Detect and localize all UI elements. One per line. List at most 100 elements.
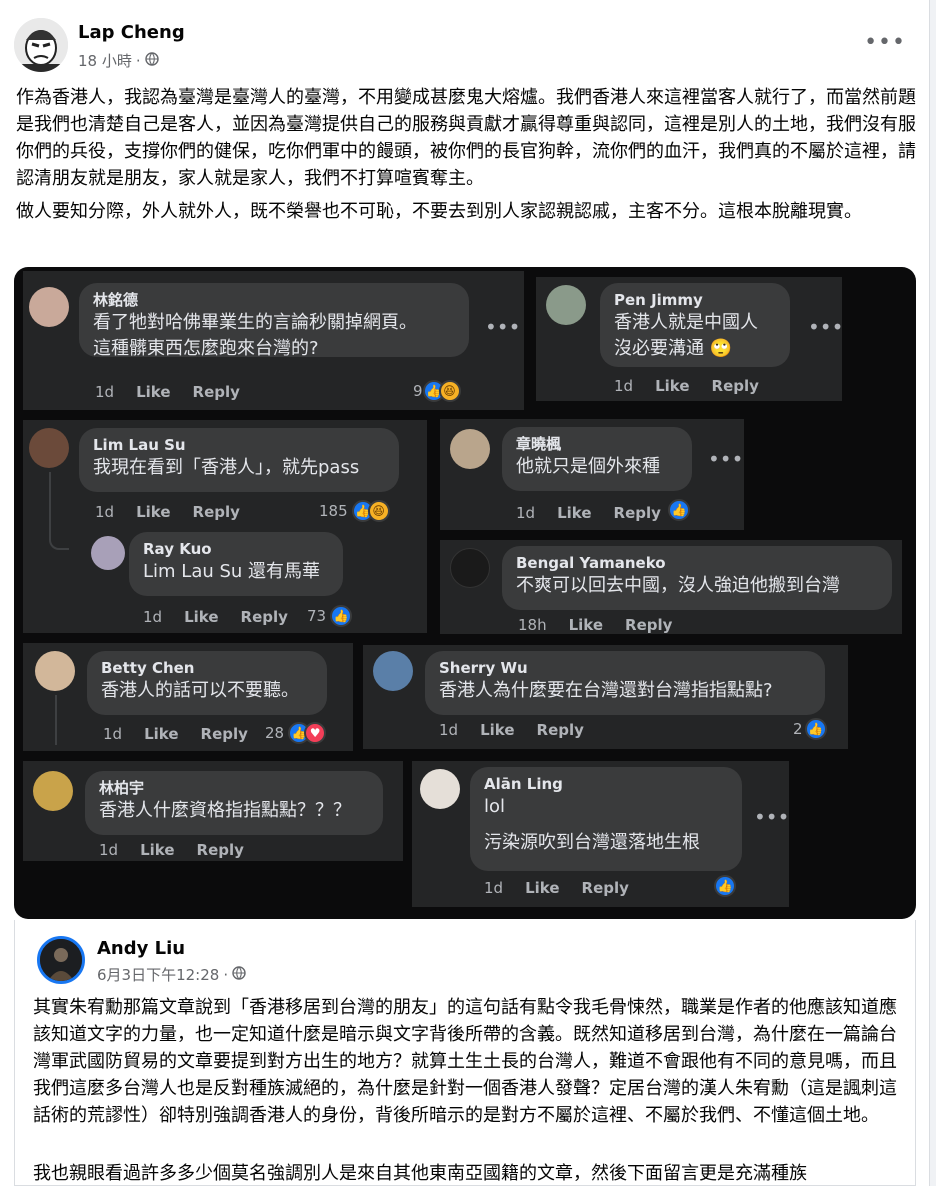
commenter-name[interactable]: Betty Chen xyxy=(101,659,313,678)
comment-card: 林銘德 看了牠對哈佛畢業生的言論秒關掉網頁。 這種髒東西怎麼跑來台灣的? •••… xyxy=(23,271,524,410)
reply-button[interactable]: Reply xyxy=(614,504,661,522)
heart-icon: ♥ xyxy=(304,722,327,744)
thread-connector xyxy=(49,472,69,550)
like-button[interactable]: Like xyxy=(144,725,178,743)
comments-screenshot-image[interactable]: 林銘德 看了牠對哈佛畢業生的言論秒關掉網頁。 這種髒東西怎麼跑來台灣的? •••… xyxy=(14,267,916,919)
commenter-avatar xyxy=(29,428,69,468)
commenter-name[interactable]: 林銘德 xyxy=(93,291,455,310)
comment-time[interactable]: 1d xyxy=(143,608,162,626)
like-button[interactable]: Like xyxy=(655,377,689,395)
like-button[interactable]: Like xyxy=(140,841,174,859)
haha-icon: 😆 xyxy=(438,380,461,402)
comment-line: 香港人什麼資格指指點點？？？ xyxy=(99,800,351,821)
commenter-avatar xyxy=(373,651,413,691)
commenter-avatar xyxy=(29,287,69,327)
reply-button[interactable]: Reply xyxy=(193,503,240,521)
reaction-count: 73 xyxy=(307,607,327,625)
comment-actions: 1d Like Reply xyxy=(99,841,244,859)
like-button[interactable]: Like xyxy=(480,721,514,739)
reaction-summary[interactable]: 👍 xyxy=(714,875,736,897)
comment-more-icon[interactable]: ••• xyxy=(708,447,743,471)
thumbs-up-icon: 👍 xyxy=(714,875,736,897)
comment-bubble: Bengal Yamaneko 不爽可以回去中國，沒人強迫他搬到台灣 xyxy=(502,546,892,610)
reaction-summary[interactable]: 9 👍 😆 xyxy=(413,380,461,402)
post-author-name[interactable]: Lap Cheng xyxy=(78,22,185,43)
post-paragraph-2: 做人要知分際，外人就外人，既不榮譽也不可恥，不要去到別人家認親認戚，主客不分。這… xyxy=(16,201,862,222)
comment-actions: 1d Like Reply xyxy=(439,721,584,739)
comment-more-icon[interactable]: ••• xyxy=(808,315,843,339)
reaction-summary[interactable]: 2 👍 xyxy=(793,718,827,740)
reply-button[interactable]: Reply xyxy=(537,721,584,739)
comment-more-icon[interactable]: ••• xyxy=(754,805,789,829)
comment-time[interactable]: 18h xyxy=(518,616,547,634)
comment-bubble: Betty Chen 香港人的話可以不要聽。 xyxy=(87,651,327,715)
like-button[interactable]: Like xyxy=(136,503,170,521)
comment-card: 章曉楓 他就只是個外來種 ••• 1d Like Reply 👍 xyxy=(440,419,744,530)
comment-time[interactable]: 1d xyxy=(614,377,633,395)
commenter-avatar xyxy=(450,548,490,588)
reply-button[interactable]: Reply xyxy=(712,377,759,395)
comment-actions: 1d Like Reply xyxy=(95,503,240,521)
commenter-name[interactable]: 章曉楓 xyxy=(516,435,678,454)
commenter-name[interactable]: Bengal Yamaneko xyxy=(516,554,878,573)
reaction-summary[interactable]: 73 👍 xyxy=(307,605,353,627)
comment-bubble: 章曉楓 他就只是個外來種 xyxy=(502,427,692,491)
comment-actions: 18h Like Reply xyxy=(518,616,672,634)
commenter-name[interactable]: Lim Lau Su xyxy=(93,436,385,455)
reply-button[interactable]: Reply xyxy=(197,841,244,859)
like-button[interactable]: Like xyxy=(184,608,218,626)
author-avatar[interactable] xyxy=(14,18,68,72)
comment-bubble: Ray Kuo Lim Lau Su 還有馬華 xyxy=(129,532,343,596)
post-meta: 18 小時 · xyxy=(78,50,159,71)
facebook-post: Lap Cheng 18 小時 · ••• 作為香港人，我認為臺灣是臺灣人的臺灣… xyxy=(0,0,930,1186)
post-time[interactable]: 18 小時 xyxy=(78,50,132,71)
comment-time[interactable]: 1d xyxy=(484,879,503,897)
reaction-summary[interactable]: 185 👍 😆 xyxy=(319,500,390,522)
commenter-name[interactable]: Alān Ling xyxy=(484,775,728,794)
shared-post[interactable]: Andy Liu 6月3日下午12:28 · 其實朱宥勳那篇文章說到「香港移居到… xyxy=(14,920,916,1186)
post-header: Lap Cheng 18 小時 · ••• xyxy=(14,18,914,74)
like-button[interactable]: Like xyxy=(136,383,170,401)
comment-line: Lim Lau Su 還有馬華 xyxy=(143,561,321,582)
commenter-avatar xyxy=(450,429,490,469)
comment-bubble: 林柏宇 香港人什麼資格指指點點？？？ xyxy=(85,771,383,835)
comment-line: 香港人為什麼要在台灣還對台灣指指點點? xyxy=(439,680,773,701)
reply-button[interactable]: Reply xyxy=(241,608,288,626)
reaction-count: 2 xyxy=(793,720,803,738)
comment-card: Sherry Wu 香港人為什麼要在台灣還對台灣指指點點? 1d Like Re… xyxy=(363,645,848,749)
post-more-options-button[interactable]: ••• xyxy=(864,30,906,55)
commenter-name[interactable]: Ray Kuo xyxy=(143,540,329,559)
reaction-summary[interactable]: 👍 xyxy=(668,499,690,521)
shared-author-avatar[interactable] xyxy=(37,936,85,984)
comment-bubble: Pen Jimmy 香港人就是中國人 沒必要溝通 🙄 xyxy=(600,283,790,367)
comment-time[interactable]: 1d xyxy=(439,721,458,739)
commenter-name[interactable]: 林柏宇 xyxy=(99,779,369,798)
comment-time[interactable]: 1d xyxy=(95,503,114,521)
comment-time[interactable]: 1d xyxy=(95,383,114,401)
commenter-name[interactable]: Pen Jimmy xyxy=(614,291,776,310)
reply-button[interactable]: Reply xyxy=(582,879,629,897)
like-button[interactable]: Like xyxy=(569,616,603,634)
haha-icon: 😆 xyxy=(367,500,390,522)
comment-line: lol xyxy=(484,796,506,817)
shared-post-time[interactable]: 6月3日下午12:28 xyxy=(97,964,219,985)
comment-time[interactable]: 1d xyxy=(99,841,118,859)
comment-more-icon[interactable]: ••• xyxy=(485,315,520,339)
comment-time[interactable]: 1d xyxy=(103,725,122,743)
commenter-avatar xyxy=(546,285,586,325)
comment-time[interactable]: 1d xyxy=(516,504,535,522)
reply-button[interactable]: Reply xyxy=(193,383,240,401)
comment-line: 這種髒東西怎麼跑來台灣的? xyxy=(93,338,319,359)
reply-button[interactable]: Reply xyxy=(201,725,248,743)
reaction-summary[interactable]: 28 👍 ♥ xyxy=(265,722,327,744)
comment-line: 沒必要溝通 🙄 xyxy=(614,338,733,359)
like-button[interactable]: Like xyxy=(557,504,591,522)
shared-author-name[interactable]: Andy Liu xyxy=(97,938,185,959)
commenter-name[interactable]: Sherry Wu xyxy=(439,659,811,678)
comment-bubble: Alān Ling lol 污染源吹到台灣還落地生根 xyxy=(470,767,742,871)
commenter-avatar xyxy=(420,769,460,809)
reply-button[interactable]: Reply xyxy=(625,616,672,634)
thumbs-up-icon: 👍 xyxy=(804,718,827,740)
reaction-count: 185 xyxy=(319,502,348,520)
like-button[interactable]: Like xyxy=(525,879,559,897)
